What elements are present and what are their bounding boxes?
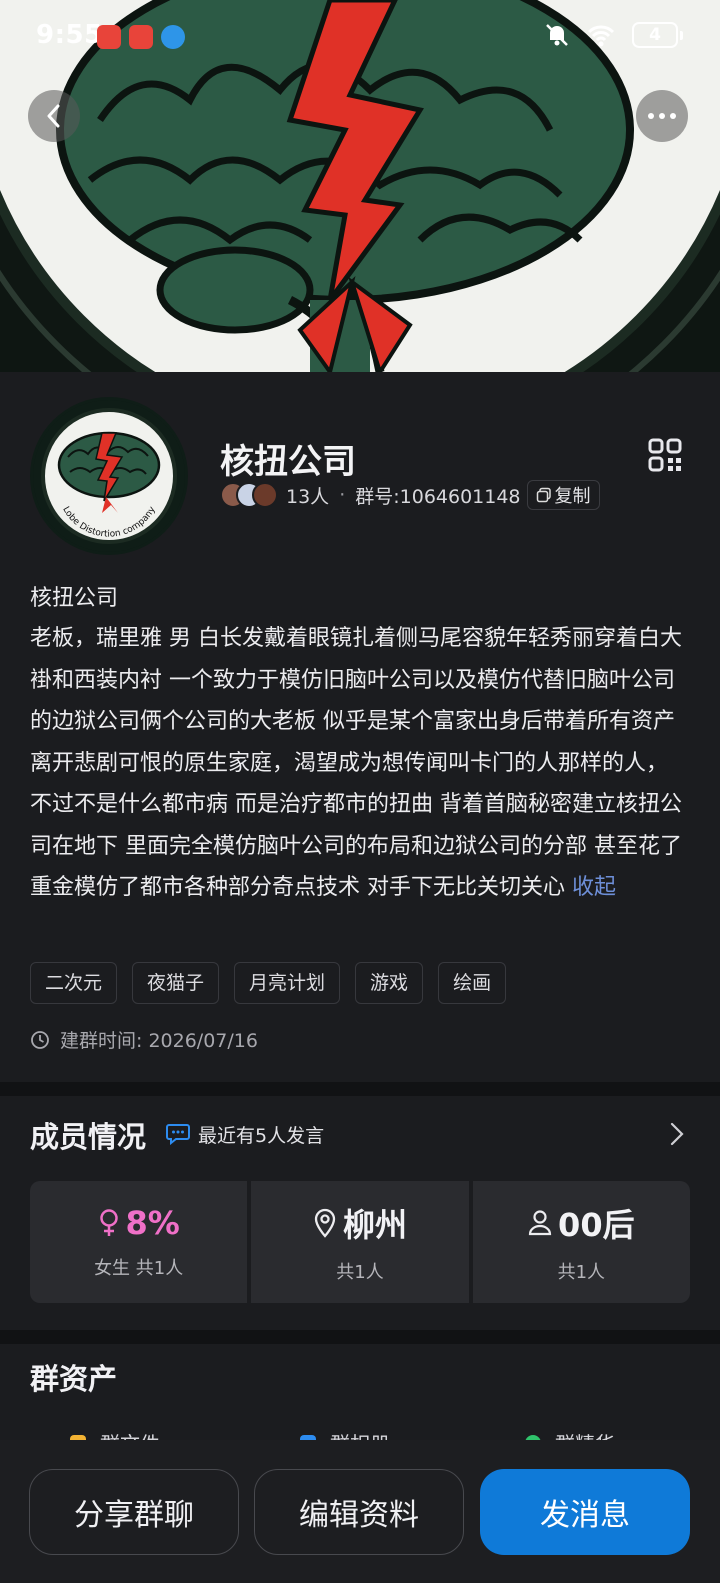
location-pin-icon [314, 1208, 336, 1238]
copy-number-button[interactable]: 复制 [526, 480, 600, 510]
more-dots-icon [648, 113, 676, 119]
members-title: 成员情况 [30, 1120, 147, 1154]
tag-chip[interactable]: 游戏 [355, 962, 424, 1004]
stat-value: 8% [125, 1204, 180, 1242]
group-info-section: Lobe Distortion company 核扭公司 13人 · 群号:10… [0, 372, 720, 1082]
tag-chip[interactable]: 月亮计划 [234, 962, 341, 1004]
send-message-button[interactable]: 发消息 [480, 1469, 690, 1555]
created-date-row: 建群时间: 2026/07/16 [30, 1026, 258, 1053]
more-button[interactable] [636, 90, 688, 142]
group-meta-row: 13人 · 群号:1064601148 复制 [220, 480, 600, 510]
clock-icon [31, 1030, 49, 1049]
members-section[interactable]: 成员情况 最近有5人发言 8% 女生 共1人 柳州 共1人 00后 共1人 [0, 1096, 720, 1330]
group-number: 群号:1064601148 [355, 485, 521, 508]
person-icon [528, 1210, 552, 1236]
tag-chip[interactable]: 夜猫子 [132, 962, 220, 1004]
app-notification-icon [129, 25, 153, 49]
female-icon [99, 1209, 118, 1236]
copy-label: 复制 [554, 486, 591, 507]
stat-card-age[interactable]: 00后 共1人 [472, 1181, 690, 1303]
chat-bubble-icon [166, 1124, 190, 1145]
stat-sub: 女生 共1人 [94, 1258, 184, 1279]
group-avatar[interactable]: Lobe Distortion company [30, 397, 188, 555]
qr-code-icon [648, 438, 682, 472]
member-avatars[interactable] [220, 482, 278, 508]
group-name: 核扭公司 [220, 442, 356, 482]
chevron-right-icon[interactable] [670, 1122, 684, 1150]
status-bar: 9:55 4 [0, 0, 720, 70]
edit-profile-button[interactable]: 编辑资料 [254, 1469, 464, 1555]
recent-speakers-text: 最近有5人发言 [198, 1124, 325, 1147]
chevron-left-icon [47, 104, 60, 128]
recent-speakers: 最近有5人发言 [166, 1116, 324, 1152]
share-group-button[interactable]: 分享群聊 [29, 1469, 239, 1555]
battery-icon: 4 [632, 22, 683, 48]
tag-chip[interactable]: 二次元 [30, 962, 118, 1004]
status-time: 9:55 [36, 20, 103, 50]
created-date: 建群时间: 2026/07/16 [60, 1030, 258, 1052]
stat-value: 00后 [558, 1206, 635, 1244]
member-avatar [252, 482, 278, 508]
group-assets-section: 群资产 群文件 群相册 群精华 [0, 1344, 720, 1444]
meta-separator: · [339, 484, 346, 506]
stat-card-gender[interactable]: 8% 女生 共1人 [30, 1181, 248, 1303]
stat-sub: 共1人 [336, 1262, 384, 1283]
tag-list: 二次元 夜猫子 月亮计划 游戏 绘画 [30, 962, 521, 1004]
mute-bell-icon [544, 22, 570, 52]
back-button[interactable] [28, 90, 80, 142]
group-description: 老板，瑞里雅 男 白长发戴着眼镜扎着侧马尾容貌年轻秀丽穿着白大褂和西装内衬 一个… [30, 618, 692, 909]
member-stats: 8% 女生 共1人 柳州 共1人 00后 共1人 [30, 1181, 690, 1303]
qr-code-button[interactable] [648, 438, 682, 476]
description-title: 核扭公司 [30, 586, 119, 611]
section-divider [0, 1330, 720, 1344]
wifi-icon [586, 22, 616, 52]
app-notification-icon [97, 25, 121, 49]
stat-card-location[interactable]: 柳州 共1人 [251, 1181, 469, 1303]
copy-icon [536, 487, 551, 503]
stat-value: 柳州 [342, 1206, 407, 1244]
section-divider [0, 1082, 720, 1096]
bottom-action-bar: 分享群聊 编辑资料 发消息 [0, 1440, 720, 1583]
member-count: 13人 [286, 485, 330, 508]
description-body: 老板，瑞里雅 男 白长发戴着眼镜扎着侧马尾容貌年轻秀丽穿着白大褂和西装内衬 一个… [30, 626, 682, 900]
tag-chip[interactable]: 绘画 [438, 962, 507, 1004]
stat-sub: 共1人 [557, 1262, 606, 1283]
assets-title: 群资产 [30, 1362, 118, 1396]
browser-notification-icon [161, 25, 185, 49]
collapse-link[interactable]: 收起 [572, 875, 616, 900]
